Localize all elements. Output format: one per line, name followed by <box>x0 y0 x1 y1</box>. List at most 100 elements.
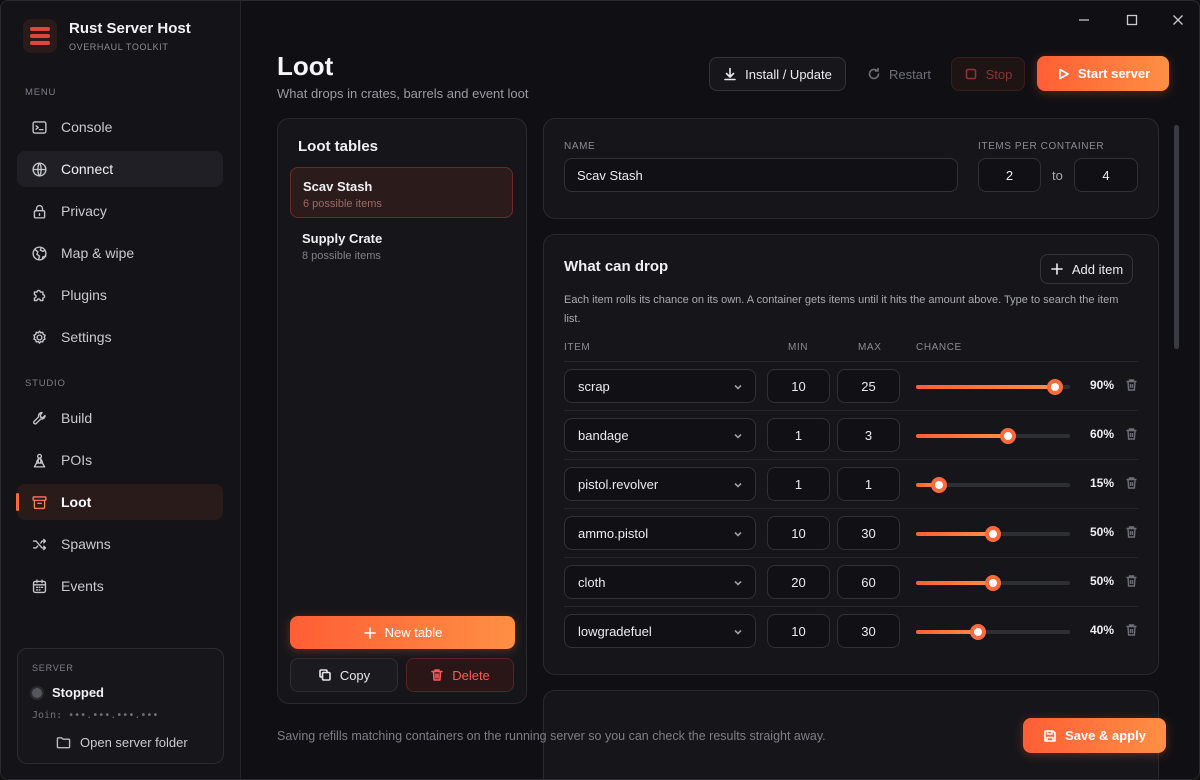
max-quantity-input[interactable]: 25 <box>837 369 900 403</box>
footer-note: Saving refills matching containers on th… <box>277 729 826 743</box>
chance-slider-thumb[interactable] <box>931 477 947 493</box>
name-label: NAME <box>564 141 596 152</box>
remove-item-button[interactable] <box>1125 378 1138 392</box>
table-row: cloth 20 60 50% <box>564 557 1138 606</box>
main-scrollbar[interactable] <box>1174 125 1179 349</box>
sidebar-item-build[interactable]: Build <box>17 400 223 436</box>
sidebar-item-console[interactable]: Console <box>17 109 223 145</box>
table-row: pistol.revolver 1 1 15% <box>564 459 1138 508</box>
min-quantity-input[interactable]: 20 <box>767 565 830 599</box>
item-select[interactable]: lowgradefuel <box>564 614 756 648</box>
sidebar-item-map-wipe[interactable]: Map & wipe <box>17 235 223 271</box>
sidebar-item-events[interactable]: Events <box>17 568 223 604</box>
restart-icon <box>868 67 880 80</box>
globe-icon <box>32 161 47 177</box>
item-select[interactable]: cloth <box>564 565 756 599</box>
item-select-value: ammo.pistol <box>578 525 649 541</box>
chance-slider-thumb[interactable] <box>970 624 986 640</box>
sidebar: Rust Server Host OVERHAUL TOOLKIT MENU C… <box>1 1 241 779</box>
sidebar-item-spawns[interactable]: Spawns <box>17 526 223 562</box>
item-select[interactable]: ammo.pistol <box>564 516 756 550</box>
save-icon <box>1044 729 1056 742</box>
save-apply-button[interactable]: Save & apply <box>1023 718 1166 753</box>
calendar-icon <box>32 578 47 593</box>
start-server-button[interactable]: Start server <box>1037 56 1169 91</box>
chance-slider[interactable] <box>916 428 1070 444</box>
new-table-button[interactable]: New table <box>290 616 515 649</box>
download-icon <box>724 67 736 81</box>
copy-table-button[interactable]: Copy <box>290 658 398 692</box>
min-quantity-input[interactable]: 10 <box>767 516 830 550</box>
sidebar-item-label: Map & wipe <box>61 245 135 261</box>
sidebar-item-loot[interactable]: Loot <box>16 484 223 520</box>
gear-icon <box>33 329 46 344</box>
item-select-value: lowgradefuel <box>578 623 652 639</box>
max-quantity-input[interactable]: 30 <box>837 516 900 550</box>
item-select-value: bandage <box>578 427 629 443</box>
max-quantity-input[interactable]: 3 <box>837 418 900 452</box>
chance-slider[interactable] <box>916 477 1070 493</box>
item-select[interactable]: scrap <box>564 369 756 403</box>
status-dot-icon <box>32 687 42 698</box>
chance-slider[interactable] <box>916 379 1070 395</box>
chance-slider-fill <box>916 630 978 634</box>
sidebar-item-plugins[interactable]: Plugins <box>17 277 223 313</box>
chance-slider-thumb[interactable] <box>1000 428 1016 444</box>
remove-item-button[interactable] <box>1125 525 1138 539</box>
sidebar-item-settings[interactable]: Settings <box>17 319 223 355</box>
min-quantity-input[interactable]: 10 <box>767 614 830 648</box>
copy-label: Copy <box>339 667 371 683</box>
sidebar-item-label: Plugins <box>61 287 107 303</box>
chance-slider-thumb[interactable] <box>1047 379 1063 395</box>
column-header-chance: CHANCE <box>916 342 962 353</box>
chance-slider[interactable] <box>916 575 1070 591</box>
open-server-folder-button[interactable]: Open server folder <box>56 735 188 750</box>
chance-slider-fill <box>916 385 1055 389</box>
remove-item-button[interactable] <box>1125 427 1138 441</box>
sidebar-item-label: Connect <box>61 161 114 177</box>
max-items-input[interactable]: 4 <box>1074 158 1138 192</box>
maximize-button[interactable] <box>1123 11 1141 29</box>
delete-table-button[interactable]: Delete <box>406 658 514 692</box>
chance-slider-thumb[interactable] <box>985 575 1001 591</box>
chance-value: 40% <box>1089 623 1114 637</box>
remove-item-button[interactable] <box>1125 476 1138 490</box>
max-quantity-input[interactable]: 30 <box>837 614 900 648</box>
stop-button[interactable]: Stop <box>951 57 1025 91</box>
chance-slider-fill <box>916 532 993 536</box>
brand-logo-icon <box>23 19 57 53</box>
chance-value: 90% <box>1089 378 1114 392</box>
remove-item-button[interactable] <box>1125 574 1138 588</box>
column-header-min: MIN <box>788 342 809 353</box>
sidebar-item-privacy[interactable]: Privacy <box>17 193 223 229</box>
max-quantity-input[interactable]: 1 <box>837 467 900 501</box>
add-item-button[interactable]: Add item <box>1040 254 1133 284</box>
sidebar-item-connect[interactable]: Connect <box>17 151 223 187</box>
remove-item-button[interactable] <box>1125 623 1138 637</box>
min-quantity-input[interactable]: 10 <box>767 369 830 403</box>
new-table-label: New table <box>384 625 443 640</box>
min-quantity-input[interactable]: 1 <box>767 418 830 452</box>
sidebar-item-label: Loot <box>61 494 92 510</box>
restart-button[interactable]: Restart <box>856 57 942 91</box>
minimize-button[interactable] <box>1075 11 1093 29</box>
chance-slider[interactable] <box>916 624 1070 640</box>
min-items-input[interactable]: 2 <box>978 158 1041 192</box>
table-name-input[interactable]: Scav Stash <box>564 158 958 192</box>
trash-icon <box>1126 624 1137 636</box>
trash-icon <box>1126 477 1137 489</box>
install-update-button[interactable]: Install / Update <box>709 57 846 91</box>
table-row: bandage 1 3 60% <box>564 410 1138 459</box>
item-select[interactable]: pistol.revolver <box>564 467 756 501</box>
puzzle-icon <box>33 289 46 301</box>
loot-table-item[interactable]: Supply Crate 8 possible items <box>290 220 513 271</box>
min-quantity-input[interactable]: 1 <box>767 467 830 501</box>
start-server-label: Start server <box>1077 66 1151 81</box>
max-quantity-input[interactable]: 60 <box>837 565 900 599</box>
item-select[interactable]: bandage <box>564 418 756 452</box>
chance-slider[interactable] <box>916 526 1070 542</box>
loot-table-item[interactable]: Scav Stash 6 possible items <box>290 167 513 218</box>
chance-slider-thumb[interactable] <box>985 526 1001 542</box>
sidebar-item-pois[interactable]: POIs <box>17 442 223 478</box>
close-window-button[interactable] <box>1169 11 1187 29</box>
